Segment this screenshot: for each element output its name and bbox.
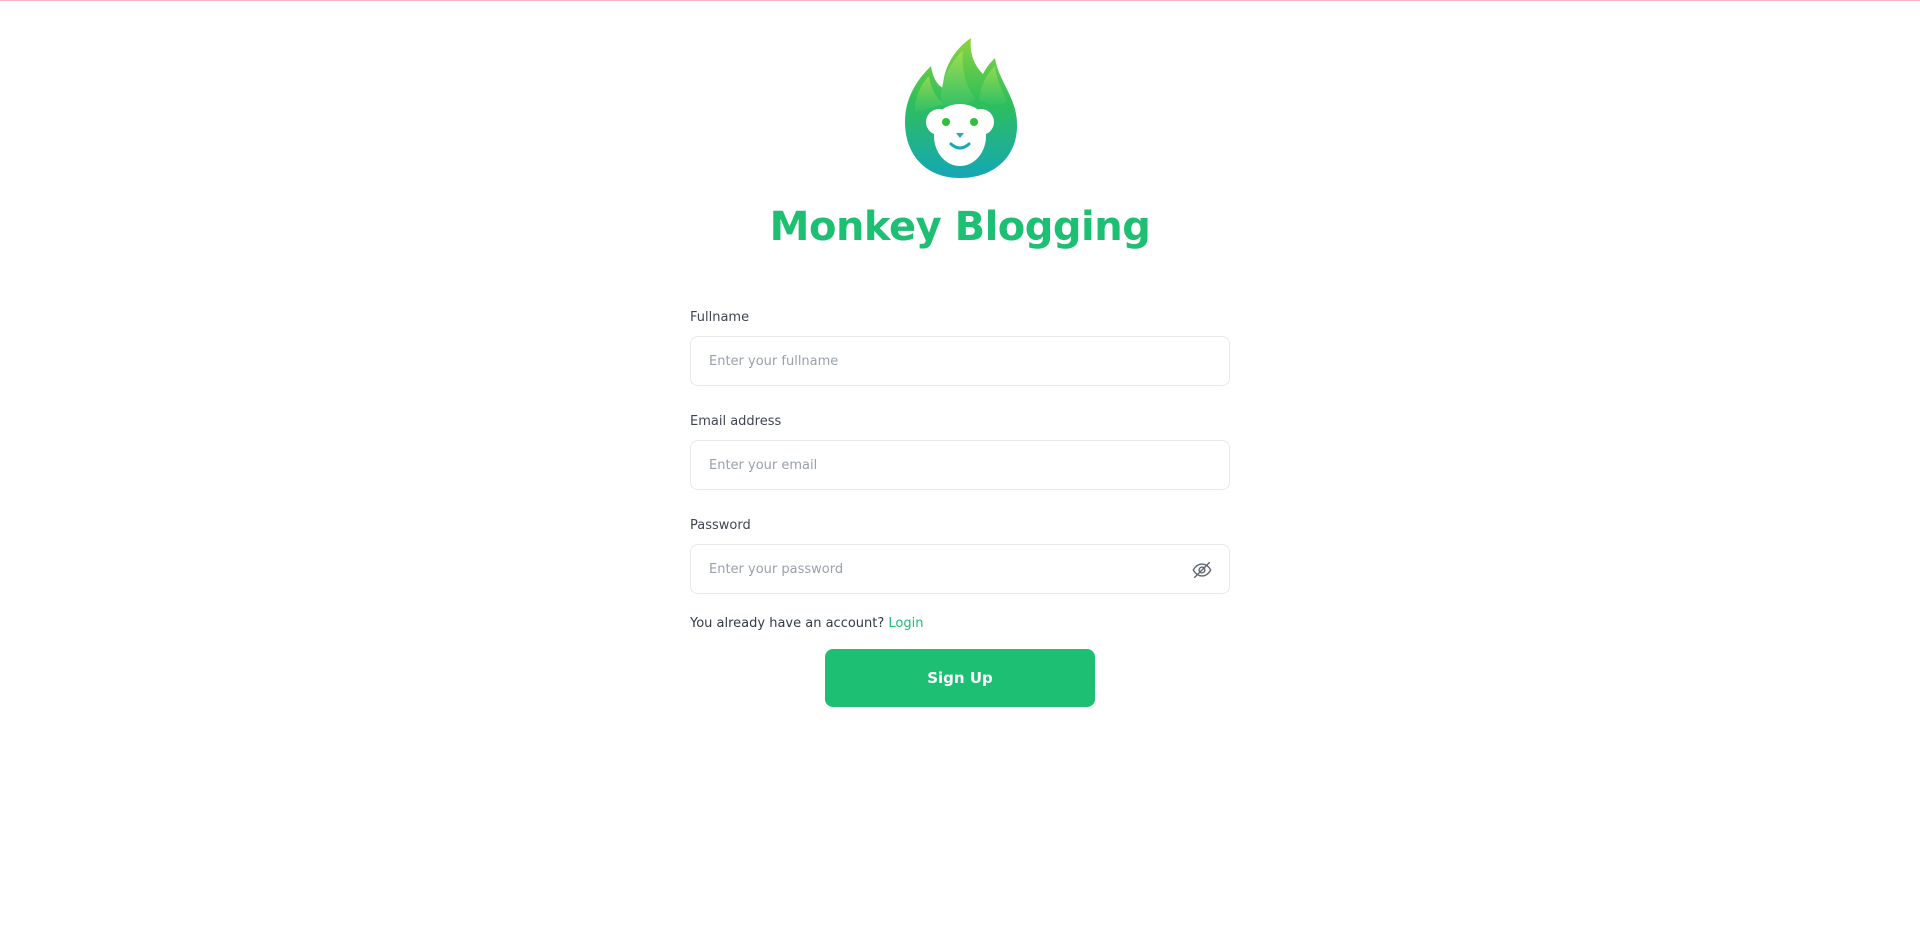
eye-slash-icon[interactable] [1191, 559, 1213, 581]
fullname-input-box [690, 336, 1230, 386]
signup-page: Monkey Blogging Fullname Email address P… [0, 0, 1920, 926]
email-field-group: Email address [690, 414, 1230, 490]
account-prompt-row: You already have an account? Login [690, 616, 1230, 631]
password-input-box [690, 544, 1230, 594]
email-label: Email address [690, 414, 782, 429]
password-label: Password [690, 518, 751, 533]
fullname-field-group: Fullname [690, 310, 1230, 386]
brand-title: Monkey Blogging [769, 204, 1151, 250]
email-input-box [690, 440, 1230, 490]
signup-button[interactable]: Sign Up [825, 649, 1095, 707]
account-prompt-text: You already have an account? [690, 616, 889, 631]
top-divider [0, 0, 1920, 1]
password-input[interactable] [691, 545, 1229, 593]
signup-form: Fullname Email address Password [690, 310, 1230, 707]
password-field-group: Password [690, 518, 1230, 594]
monkey-logo-icon [905, 38, 1017, 178]
fullname-input[interactable] [691, 337, 1229, 385]
fullname-label: Fullname [690, 310, 750, 325]
email-input[interactable] [691, 441, 1229, 489]
login-link[interactable]: Login [888, 616, 923, 631]
